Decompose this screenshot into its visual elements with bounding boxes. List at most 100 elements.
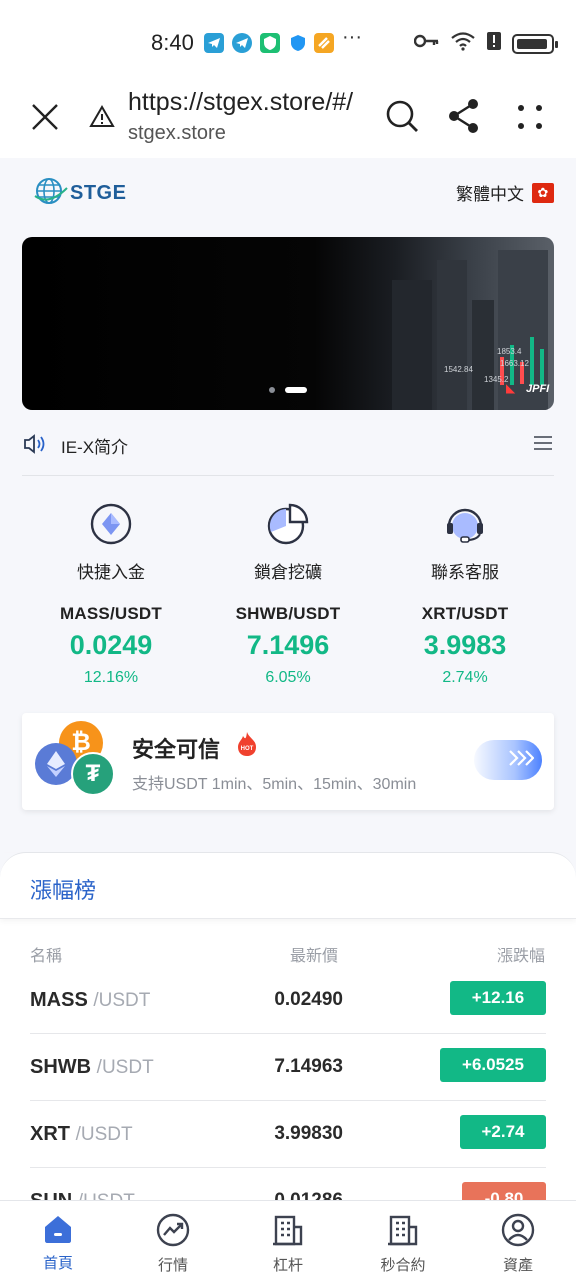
notice-bar[interactable]: IE-X简介 bbox=[22, 426, 554, 476]
row-price: 0.02490 bbox=[274, 989, 343, 1010]
site-logo[interactable]: STGE bbox=[34, 176, 126, 211]
quick-action-label: 快捷入金 bbox=[77, 563, 145, 582]
banner-dot-active[interactable] bbox=[285, 387, 307, 393]
row-price: 7.14963 bbox=[274, 1056, 343, 1077]
table-row[interactable]: SHWB /USDT 7.14963 +6.0525 bbox=[30, 1034, 546, 1101]
ticker-pair: MASS/USDT bbox=[60, 604, 162, 623]
language-selector[interactable]: 繁體中文 ✿ bbox=[456, 180, 554, 205]
nav-assets[interactable]: 資產 bbox=[473, 1213, 563, 1275]
ticker-change: 6.05% bbox=[265, 669, 311, 686]
market-trend-icon bbox=[128, 1213, 218, 1247]
shield-app-icon bbox=[288, 33, 308, 53]
browser-toolbar: https://stgex.store/#/ stgex.store bbox=[0, 84, 576, 158]
building-icon bbox=[243, 1213, 333, 1247]
nav-second-contract[interactable]: 秒合約 bbox=[358, 1213, 448, 1275]
banner-chart-label: 1663.12 bbox=[500, 359, 529, 368]
hong-kong-flag-icon: ✿ bbox=[532, 182, 554, 203]
row-symbol: MASS /USDT bbox=[30, 989, 150, 1012]
ticker-price: 0.0249 bbox=[69, 630, 153, 660]
notice-text: IE-X简介 bbox=[61, 438, 129, 457]
change-badge: +6.0525 bbox=[440, 1048, 546, 1082]
promo-subtitle: 支持USDT 1min、5min、15min、30min bbox=[132, 776, 417, 793]
more-notifications: ··· bbox=[342, 26, 362, 48]
nav-market[interactable]: 行情 bbox=[128, 1213, 218, 1275]
banner-building bbox=[472, 300, 494, 410]
ticker-change: 12.16% bbox=[83, 669, 139, 686]
row-quote: /USDT bbox=[75, 1124, 133, 1145]
nav-leverage[interactable]: 杠杆 bbox=[243, 1213, 333, 1275]
status-time: 8:40 bbox=[151, 30, 194, 55]
go-arrow-button[interactable] bbox=[474, 740, 542, 780]
language-label: 繁體中文 bbox=[456, 185, 524, 204]
nav-label: 杠杆 bbox=[272, 1257, 303, 1274]
quick-lock-mining[interactable]: 鎖倉挖礦 bbox=[200, 502, 376, 583]
ticker-change: 2.74% bbox=[442, 669, 488, 686]
tether-icon: ₮ bbox=[71, 752, 115, 796]
key-icon bbox=[413, 33, 440, 54]
site-header: STGE 繁體中文 ✿ bbox=[0, 158, 576, 228]
change-badge: +2.74 bbox=[460, 1115, 546, 1149]
nav-label: 首頁 bbox=[42, 1255, 73, 1272]
ticker-card[interactable]: XRT/USDT 3.9983 2.74% bbox=[377, 604, 553, 687]
address-domain[interactable]: stgex.store bbox=[128, 122, 226, 145]
nav-home[interactable]: 首頁 bbox=[13, 1213, 103, 1273]
shield-app-icon bbox=[260, 33, 280, 53]
hot-label: HOT bbox=[241, 746, 254, 752]
row-symbol: SUN /USDT bbox=[30, 1190, 135, 1200]
board-title[interactable]: 漲幅榜 bbox=[30, 873, 96, 905]
row-quote: /USDT bbox=[96, 1057, 154, 1078]
ticker-price: 3.9983 bbox=[423, 630, 507, 660]
banner-dot[interactable] bbox=[269, 387, 275, 393]
banner-chart-label: 1542.84 bbox=[444, 365, 473, 374]
logo-text: STGE bbox=[70, 182, 127, 204]
row-quote: /USDT bbox=[93, 990, 151, 1011]
headset-icon bbox=[377, 502, 553, 546]
table-row[interactable]: MASS /USDT 0.02490 +12.16 bbox=[30, 967, 546, 1034]
telegram-icon bbox=[232, 33, 252, 53]
ticker-pair: SHWB/USDT bbox=[235, 604, 341, 623]
alert-icon bbox=[486, 31, 502, 56]
nav-label: 秒合約 bbox=[380, 1257, 426, 1274]
promo-banner[interactable]: 1853.4 1663.12 1542.84 1345.2 ◣ JPFI bbox=[22, 237, 554, 410]
row-price: 0.01286 bbox=[274, 1190, 343, 1200]
address-url[interactable]: https://stgex.store/#/ bbox=[128, 88, 373, 117]
row-symbol: XRT /USDT bbox=[30, 1123, 133, 1146]
table-row[interactable]: SUN /USDT 0.01286 -0.80 bbox=[30, 1168, 546, 1200]
row-base: MASS bbox=[30, 989, 88, 1011]
double-chevron-right-icon bbox=[506, 748, 535, 773]
warning-icon[interactable] bbox=[89, 104, 115, 130]
banner-chart-label: 1853.4 bbox=[497, 347, 522, 356]
deposit-icon bbox=[23, 502, 199, 546]
menu-dots-icon[interactable] bbox=[513, 102, 547, 132]
bottom-nav: 首頁 行情 杠杆 秒合約 資產 bbox=[0, 1200, 576, 1280]
quick-deposit[interactable]: 快捷入金 bbox=[23, 502, 199, 583]
list-icon[interactable] bbox=[534, 435, 552, 451]
battery-icon bbox=[512, 33, 558, 54]
pie-chart-icon bbox=[200, 502, 376, 546]
search-icon[interactable] bbox=[384, 98, 420, 134]
speaker-icon bbox=[22, 432, 48, 456]
table-row[interactable]: XRT /USDT 3.99830 +2.74 bbox=[30, 1101, 546, 1168]
banner-candle bbox=[540, 349, 544, 385]
ticker-card[interactable]: SHWB/USDT 7.1496 6.05% bbox=[200, 604, 376, 687]
share-icon[interactable] bbox=[447, 98, 481, 134]
banner-chart-label: 1345.2 bbox=[484, 375, 509, 384]
close-icon[interactable] bbox=[30, 102, 60, 132]
row-base: XRT bbox=[30, 1123, 70, 1145]
nav-label: 行情 bbox=[157, 1257, 188, 1274]
gainers-board: 漲幅榜 名稱 最新價 漲跌幅 MASS /USDT 0.02490 +12.16… bbox=[0, 852, 576, 1200]
banner-brand-mark: ◣ bbox=[506, 381, 516, 395]
orange-app-icon bbox=[314, 33, 334, 53]
wifi-icon bbox=[450, 31, 476, 56]
nav-label: 資產 bbox=[502, 1257, 533, 1274]
ticker-card[interactable]: MASS/USDT 0.0249 12.16% bbox=[23, 604, 199, 687]
banner-candle bbox=[530, 337, 534, 385]
quick-customer-service[interactable]: 聯系客服 bbox=[377, 502, 553, 583]
promo-title: 安全可信 bbox=[132, 737, 221, 762]
user-icon bbox=[473, 1213, 563, 1247]
ticker-price: 7.1496 bbox=[246, 630, 330, 660]
quick-action-label: 鎖倉挖礦 bbox=[254, 563, 322, 582]
promo-card[interactable]: ₿ ₮ 安全可信 HOT 支持USDT 1min、5min、15min、30mi… bbox=[22, 713, 554, 810]
row-base: SUN bbox=[30, 1190, 72, 1200]
building-icon bbox=[358, 1213, 448, 1247]
